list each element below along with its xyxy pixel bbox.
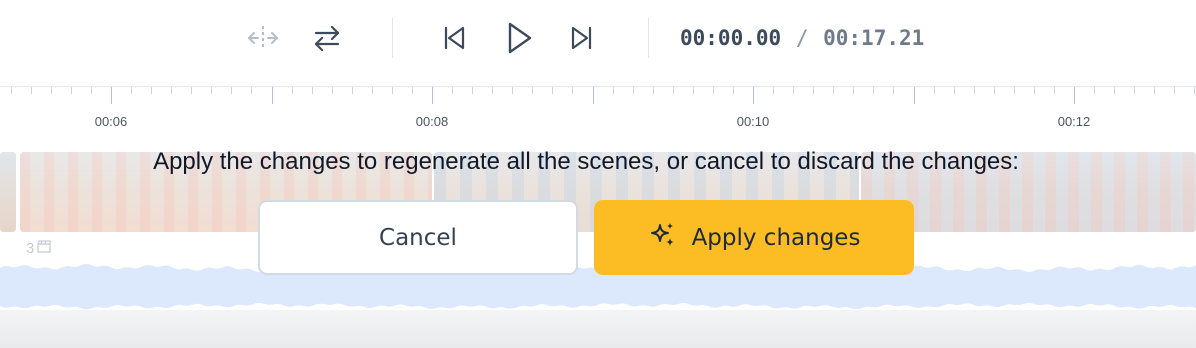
ruler-label: 00:12: [1057, 114, 1091, 129]
ruler-tick: [251, 87, 253, 94]
ruler-tick: [612, 87, 614, 94]
ruler-tick: [131, 87, 133, 94]
total-duration: 00:17.21: [823, 26, 925, 50]
ruler-label: 00:06: [94, 114, 128, 129]
ruler-tick: [572, 87, 574, 94]
ruler-label: 00:10: [736, 114, 770, 129]
ruler-tick: [30, 87, 32, 94]
clapperboard-icon: [37, 240, 51, 257]
ruler-tick: [512, 87, 514, 94]
skip-previous-icon: [440, 23, 468, 53]
regenerate-prompt-message: Apply the changes to regenerate all the …: [153, 148, 1019, 175]
apply-changes-label: Apply changes: [691, 224, 861, 251]
ruler-tick: [913, 87, 915, 104]
ruler-tick: [793, 87, 795, 94]
ruler-tick: [1114, 87, 1116, 94]
player-toolbar: 00:00.00 / 00:17.21: [0, 0, 1196, 86]
ruler-tick: [873, 87, 875, 94]
swap-button[interactable]: [307, 18, 347, 58]
ruler-tick: [391, 87, 393, 94]
current-time: 00:00.00: [680, 26, 782, 50]
ruler-tick: [1194, 87, 1196, 94]
ruler-tick: [311, 87, 313, 94]
ruler-tick: [492, 87, 494, 94]
ruler-tick: [712, 87, 714, 94]
ruler-tick: [632, 87, 634, 94]
ruler-tick: [50, 87, 52, 94]
ruler-tick: [231, 87, 233, 94]
toolbar-divider: [392, 18, 393, 58]
ruler-tick: [1134, 87, 1136, 94]
cancel-button-label: Cancel: [379, 224, 457, 251]
ruler-tick: [933, 87, 935, 94]
split-clip-button[interactable]: [243, 18, 283, 58]
ruler-tick: [411, 87, 413, 94]
play-button[interactable]: [498, 18, 538, 58]
ruler-tick: [151, 87, 153, 94]
time-separator: /: [795, 26, 809, 50]
ruler-tick: [652, 87, 654, 94]
swap-icon: [312, 23, 342, 53]
ruler-tick: [753, 87, 754, 104]
ruler-tick: [833, 87, 835, 94]
ruler-tick: [1174, 87, 1176, 94]
ruler-tick: [171, 87, 173, 94]
ruler-tick: [732, 87, 734, 94]
ruler-tick: [10, 87, 12, 94]
ruler-tick: [452, 87, 454, 94]
ruler-tick: [893, 87, 895, 94]
toolbar-divider: [648, 18, 649, 58]
ruler-tick: [472, 87, 474, 94]
ruler-tick: [532, 87, 534, 94]
ruler-tick: [331, 87, 333, 94]
ruler-tick: [1154, 87, 1156, 94]
apply-changes-button[interactable]: Apply changes: [594, 200, 914, 275]
ruler-tick: [70, 87, 72, 94]
ruler-tick: [672, 87, 674, 94]
scene-count: 3: [26, 240, 51, 257]
timeline-ruler[interactable]: 00:06 00:08 00:10 00:12: [0, 86, 1196, 137]
ruler-tick: [813, 87, 815, 94]
ruler-tick: [90, 87, 92, 94]
ruler-tick: [1074, 87, 1075, 104]
play-icon: [502, 20, 534, 56]
ruler-tick: [271, 87, 273, 104]
ruler-tick: [592, 87, 594, 104]
timecode-display: 00:00.00 / 00:17.21: [680, 22, 924, 54]
ruler-tick: [993, 87, 995, 94]
ruler-tick: [111, 87, 112, 104]
ruler-label: 00:08: [415, 114, 449, 129]
ruler-tick: [1053, 87, 1055, 94]
ruler-tick: [191, 87, 193, 94]
ruler-tick: [973, 87, 975, 94]
ruler-tick: [371, 87, 373, 94]
scene-count-value: 3: [26, 240, 35, 257]
ruler-tick: [291, 87, 293, 94]
ruler-tick: [211, 87, 213, 94]
ruler-tick: [953, 87, 955, 94]
skip-previous-button[interactable]: [434, 18, 474, 58]
ruler-tick: [351, 87, 353, 94]
ruler-tick: [1013, 87, 1015, 94]
skip-next-button[interactable]: [562, 18, 602, 58]
sparkle-icon: [648, 220, 678, 256]
ruler-tick: [1094, 87, 1096, 94]
ruler-tick: [552, 87, 554, 94]
ruler-tick: [853, 87, 855, 94]
cancel-button[interactable]: Cancel: [258, 200, 578, 275]
ruler-tick: [1033, 87, 1035, 94]
ruler-tick: [432, 87, 433, 104]
track-footer: [0, 310, 1196, 348]
skip-next-icon: [568, 23, 596, 53]
split-clip-icon: [246, 23, 280, 53]
ruler-tick: [773, 87, 775, 94]
ruler-tick: [692, 87, 694, 94]
